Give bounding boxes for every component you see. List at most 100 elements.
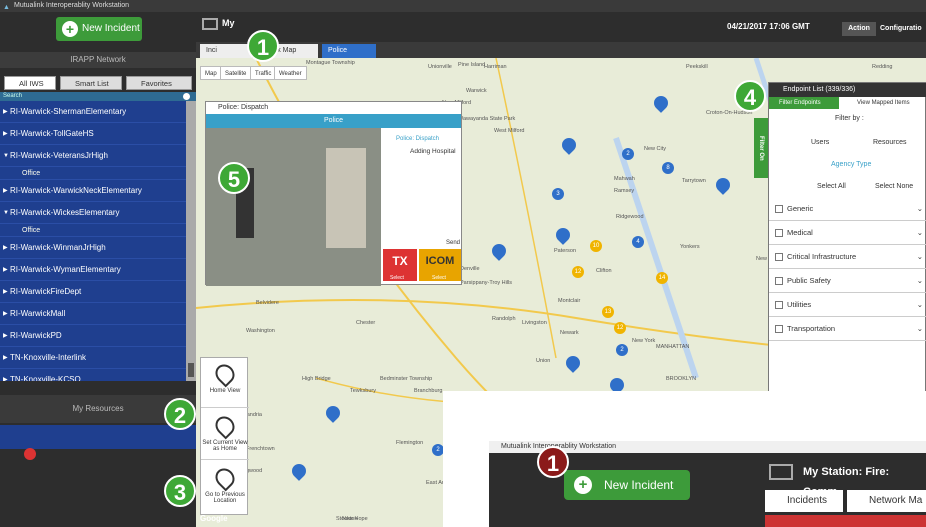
list-item[interactable]: ▶ RI-Warwick-WinmanJrHigh — [0, 237, 186, 259]
select-all-checkbox[interactable]: Select All — [817, 183, 846, 190]
tx-select[interactable]: Select — [390, 275, 404, 281]
action-menu[interactable]: Action — [842, 22, 876, 36]
resources-checkbox[interactable]: Resources — [873, 139, 906, 146]
endpoint-list-title-label: Endpoint List (339/336) — [783, 86, 856, 93]
chevron-down-icon[interactable]: ⌄ — [917, 221, 923, 245]
main-tabs: Inci twork Map Police — [196, 42, 926, 58]
tab-filter-endpoints[interactable]: Filter Endpoints — [769, 97, 839, 109]
map-place-label: New City — [644, 146, 667, 152]
tab-police[interactable]: Police — [322, 44, 376, 58]
select-none-checkbox[interactable]: Select None — [875, 183, 913, 190]
map-cluster[interactable]: 13 — [602, 306, 614, 318]
list-item[interactable]: ▶ RI-WarwickPD — [0, 325, 186, 347]
list-item[interactable]: ▶ TN-Knoxville-Interlink — [0, 347, 186, 369]
list-item-label: RI-Warwick-VeteransJrHigh — [10, 151, 108, 160]
caret-right-icon[interactable]: ▶ — [3, 123, 8, 145]
filter-on-tab[interactable]: Filter On — [754, 118, 768, 178]
search-clear-icon[interactable] — [183, 93, 190, 100]
overlay-new-incident-button[interactable]: + New Incident — [564, 470, 690, 500]
chevron-down-icon[interactable]: ⌄ — [917, 245, 923, 269]
category-label: Transportation — [787, 324, 836, 333]
map-cluster[interactable]: 4 — [632, 236, 644, 248]
tab-smart-list[interactable]: Smart List — [60, 76, 122, 90]
video-feed[interactable] — [206, 128, 381, 286]
list-item[interactable]: ▶ RI-Warwick-WarwickNeckElementary — [0, 180, 186, 202]
map-cluster[interactable]: 12 — [614, 322, 626, 334]
tab-favorites[interactable]: Favorites — [126, 76, 192, 90]
category-checkbox[interactable] — [775, 229, 783, 237]
category-row[interactable]: Medical ⌄ — [769, 221, 926, 245]
list-scrollbar[interactable] — [186, 101, 196, 381]
caret-right-icon[interactable]: ▶ — [3, 325, 8, 347]
category-checkbox[interactable] — [775, 205, 783, 213]
caret-down-icon[interactable]: ▼ — [3, 145, 9, 167]
caret-down-icon[interactable]: ▼ — [3, 202, 9, 224]
list-item[interactable]: ▶ RI-Warwick-ShermanElementary — [0, 101, 186, 123]
map-cluster[interactable]: 2 — [616, 344, 628, 356]
category-checkbox[interactable] — [775, 277, 783, 285]
callout-badge: 1 — [247, 30, 279, 62]
scrollbar-thumb[interactable] — [188, 363, 194, 377]
category-checkbox[interactable] — [775, 301, 783, 309]
map-cluster[interactable]: 3 — [552, 188, 564, 200]
caret-right-icon[interactable]: ▶ — [3, 281, 8, 303]
map-cluster[interactable]: 12 — [572, 266, 584, 278]
category-checkbox[interactable] — [775, 253, 783, 261]
map-place-label: Clifton — [596, 268, 612, 274]
station-label: My — [222, 18, 235, 28]
list-item[interactable]: ▶ RI-WarwickFireDept — [0, 281, 186, 303]
caret-right-icon[interactable]: ▶ — [3, 180, 8, 202]
previous-location-button[interactable]: Go to Previous Location — [201, 462, 249, 512]
tab-view-mapped-items[interactable]: View Mapped Items — [843, 97, 926, 109]
icom-select[interactable]: Select — [432, 275, 446, 281]
overlay-tab-incidents[interactable]: Incidents — [765, 490, 843, 512]
tab-incidents[interactable]: Inci — [200, 44, 252, 58]
map-place-label: BROOKLYN — [666, 376, 697, 382]
caret-right-icon[interactable]: ▶ — [3, 237, 8, 259]
phone-icon[interactable] — [24, 448, 36, 460]
map-cluster[interactable]: 10 — [590, 240, 602, 252]
map-place-label: Yonkers — [680, 244, 700, 250]
home-view-button[interactable]: Home View — [201, 358, 249, 408]
map-type-map[interactable]: Map — [200, 66, 222, 80]
chevron-down-icon[interactable]: ⌄ — [917, 317, 923, 341]
chevron-down-icon[interactable]: ⌄ — [917, 293, 923, 317]
list-item[interactable]: ▶ TN-Knoxville-KCSO — [0, 369, 186, 381]
set-home-button[interactable]: Set Current View as Home — [201, 410, 249, 460]
category-row[interactable]: Utilities ⌄ — [769, 293, 926, 317]
category-row[interactable]: Transportation ⌄ — [769, 317, 926, 341]
sub-item[interactable]: Office — [0, 167, 186, 180]
category-row[interactable]: Public Safety ⌄ — [769, 269, 926, 293]
list-item[interactable]: ▶ RI-WarwickMall — [0, 303, 186, 325]
chevron-down-icon[interactable]: ⌄ — [917, 197, 923, 221]
list-item[interactable]: ▶ RI-Warwick-TollGateHS — [0, 123, 186, 145]
category-checkbox[interactable] — [775, 325, 783, 333]
caret-right-icon[interactable]: ▶ — [3, 303, 8, 325]
tab-all-iws[interactable]: All IWS — [4, 76, 56, 90]
caret-right-icon[interactable]: ▶ — [3, 369, 8, 381]
users-checkbox[interactable]: Users — [811, 139, 829, 146]
configuration-menu[interactable]: Configuratio — [880, 22, 926, 36]
caret-right-icon[interactable]: ▶ — [3, 347, 8, 369]
caret-right-icon[interactable]: ▶ — [3, 101, 8, 123]
search-input[interactable]: Search — [0, 92, 196, 101]
map-cluster[interactable]: 8 — [662, 162, 674, 174]
chevron-down-icon[interactable]: ⌄ — [917, 269, 923, 293]
dispatch-window[interactable]: Police: Dispatch Police Police: Dispatch… — [205, 101, 462, 286]
send-button[interactable]: Send — [446, 240, 460, 246]
list-item[interactable]: ▼ RI-Warwick-VeteransJrHigh — [0, 145, 186, 167]
category-row[interactable]: Generic ⌄ — [769, 197, 926, 221]
sub-item[interactable]: Office — [0, 224, 186, 237]
map-type-satellite[interactable]: Satellite — [220, 66, 252, 80]
caret-right-icon[interactable]: ▶ — [3, 259, 8, 281]
map-type-weather[interactable]: Weather — [274, 66, 307, 80]
list-item[interactable]: ▼ RI-Warwick-WickesElementary — [0, 202, 186, 224]
map-cluster[interactable]: 2 — [622, 148, 634, 160]
category-row[interactable]: Critical Infrastructure ⌄ — [769, 245, 926, 269]
list-item[interactable]: ▶ RI-Warwick-WymanElementary — [0, 259, 186, 281]
map-type-traffic[interactable]: Traffic — [250, 66, 277, 80]
new-incident-button[interactable]: + New Incident — [56, 17, 142, 41]
overlay-tab-network-map[interactable]: Network Ma — [847, 490, 926, 512]
map-cluster[interactable]: 14 — [656, 272, 668, 284]
overlay-tab-network-label: Network Ma — [869, 495, 923, 506]
